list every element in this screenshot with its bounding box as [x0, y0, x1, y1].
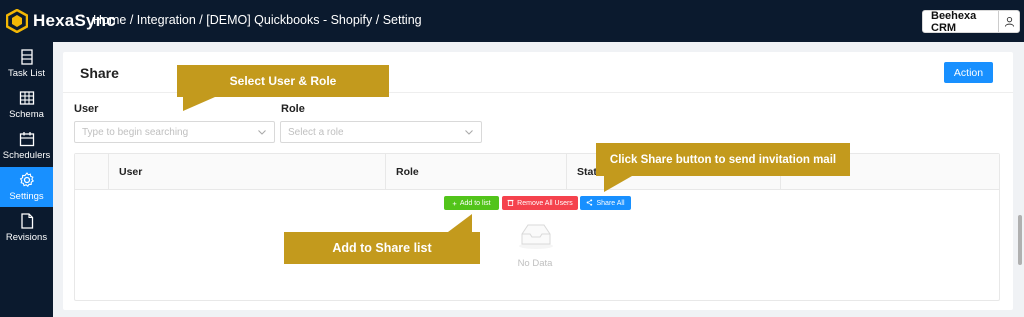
- column-header-status: Stat: [577, 166, 597, 178]
- chevron-down-icon: [465, 130, 473, 135]
- share-all-button[interactable]: Share All: [580, 196, 631, 210]
- sidebar-item-label: Task List: [8, 68, 45, 79]
- user-icon[interactable]: [998, 11, 1019, 32]
- table-header: User Role Stat: [75, 154, 999, 190]
- column-header-role: Role: [396, 166, 419, 178]
- add-to-list-button[interactable]: + Add to list: [444, 196, 499, 210]
- column-divider: [108, 154, 109, 190]
- column-header-user: User: [119, 166, 143, 178]
- breadcrumb[interactable]: Home / Integration / [DEMO] Quickbooks -…: [93, 13, 422, 27]
- calendar-icon: [19, 132, 34, 147]
- callout-pointer: [604, 176, 632, 192]
- callout-add-to-share-list: Add to Share list: [284, 232, 480, 264]
- share-icon: [586, 198, 593, 208]
- plus-icon: +: [452, 198, 457, 208]
- callout-pointer: [183, 97, 215, 111]
- user-search-input[interactable]: Type to begin searching: [74, 121, 275, 143]
- column-divider: [385, 154, 386, 190]
- sidebar-item-label: Revisions: [5, 232, 48, 243]
- task-list-icon: [20, 49, 33, 65]
- sidebar-item-label: Schema: [9, 109, 44, 120]
- share-all-label: Share All: [596, 199, 625, 207]
- table-icon: [19, 91, 34, 105]
- column-divider: [566, 154, 567, 190]
- sidebar-item-settings[interactable]: Settings: [0, 167, 53, 207]
- chevron-down-icon: [258, 130, 266, 135]
- empty-inbox-icon: [516, 222, 556, 255]
- callout-select-user-role: Select User & Role: [177, 65, 389, 97]
- sidebar-item-label: Settings: [9, 191, 44, 202]
- remove-all-users-button[interactable]: Remove All Users: [502, 196, 578, 210]
- remove-all-users-label: Remove All Users: [517, 199, 573, 207]
- role-select-placeholder: Select a role: [288, 126, 344, 138]
- account-name: Beehexa CRM: [931, 9, 977, 34]
- role-field-label: Role: [281, 103, 305, 115]
- user-search-placeholder: Type to begin searching: [82, 126, 189, 138]
- account-switcher[interactable]: Beehexa CRM: [922, 9, 1020, 34]
- file-icon: [20, 213, 33, 229]
- add-to-list-label: Add to list: [459, 199, 491, 207]
- sidebar-item-schema[interactable]: Schema: [0, 85, 53, 125]
- top-bar: HexaSync Home / Integration / [DEMO] Qui…: [0, 0, 1024, 42]
- empty-state-text: No Data: [517, 258, 553, 269]
- sidebar-item-schedulers[interactable]: Schedulers: [0, 126, 53, 166]
- page-title: Share: [80, 65, 119, 81]
- sidebar-item-label: Schedulers: [2, 150, 51, 161]
- sidebar: Task List Schema Schedulers Settings Rev…: [0, 42, 53, 317]
- callout-pointer: [448, 214, 472, 232]
- callout-share-button: Click Share button to send invitation ma…: [596, 143, 850, 176]
- user-field-label: User: [74, 103, 99, 115]
- sidebar-item-revisions[interactable]: Revisions: [0, 208, 53, 248]
- trash-icon: [507, 199, 514, 208]
- gear-icon: [19, 172, 34, 188]
- role-select[interactable]: Select a role: [280, 121, 482, 143]
- sidebar-item-task-list[interactable]: Task List: [0, 44, 53, 84]
- action-button[interactable]: Action: [944, 62, 993, 83]
- hexasync-logo-icon: [6, 9, 28, 33]
- scrollbar[interactable]: [1018, 215, 1022, 265]
